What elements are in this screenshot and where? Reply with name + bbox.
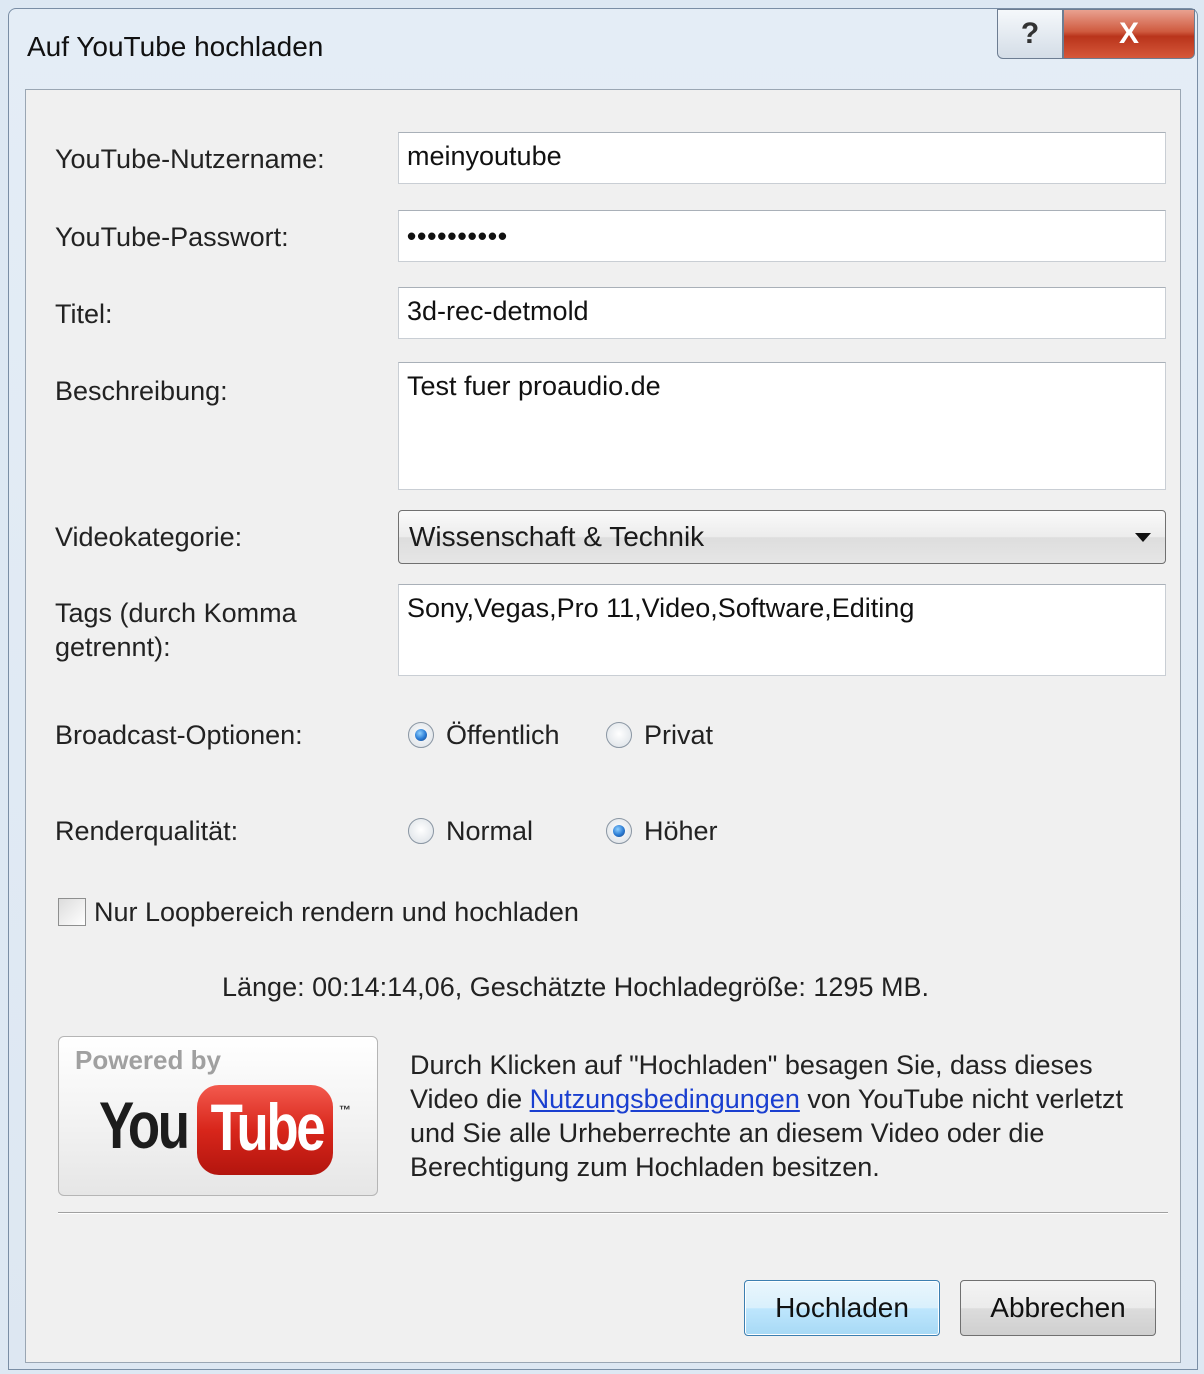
category-select[interactable]: Wissenschaft & Technik	[398, 510, 1166, 564]
cancel-button[interactable]: Abbrechen	[960, 1280, 1156, 1336]
description-label: Beschreibung:	[55, 376, 228, 406]
title-bar: Auf YouTube hochladen ? X	[9, 9, 1197, 89]
radio-normal-label[interactable]: Normal	[446, 814, 533, 848]
tags-value: Sony,Vegas,Pro 11,Video,Software,Editing	[407, 593, 915, 623]
radio-higher[interactable]	[606, 818, 632, 844]
radio-private[interactable]	[606, 722, 632, 748]
youtube-logo-tube: Tube	[210, 1090, 326, 1164]
divider	[58, 1212, 1168, 1214]
title-value: 3d-rec-detmold	[407, 296, 589, 326]
radio-normal[interactable]	[408, 818, 434, 844]
loop-checkbox[interactable]	[58, 898, 86, 926]
radio-public[interactable]	[408, 722, 434, 748]
help-button[interactable]: ?	[997, 9, 1063, 59]
password-value: ••••••••••	[407, 221, 509, 251]
username-input[interactable]: meinyoutube	[398, 132, 1166, 184]
chevron-down-icon	[1135, 533, 1151, 542]
dialog-body: YouTube-Nutzername: meinyoutube YouTube-…	[25, 89, 1181, 1363]
terms-link[interactable]: Nutzungsbedingungen	[530, 1084, 800, 1114]
terms-notice: Durch Klicken auf "Hochladen" besagen Si…	[410, 1048, 1150, 1184]
upload-button[interactable]: Hochladen	[744, 1280, 940, 1336]
category-label: Videokategorie:	[55, 522, 243, 552]
trademark-icon: ™	[339, 1103, 351, 1117]
description-textarea[interactable]: Test fuer proaudio.de	[398, 362, 1166, 490]
username-label: YouTube-Nutzername:	[55, 144, 325, 174]
description-value: Test fuer proaudio.de	[407, 371, 661, 401]
radio-public-label[interactable]: Öffentlich	[446, 718, 560, 752]
title-input[interactable]: 3d-rec-detmold	[398, 287, 1166, 339]
radio-higher-label[interactable]: Höher	[644, 814, 718, 848]
title-label: Titel:	[55, 299, 113, 329]
loop-checkbox-label[interactable]: Nur Loopbereich rendern und hochladen	[94, 895, 579, 929]
youtube-logo-you: You	[99, 1088, 190, 1162]
quality-label: Renderqualität:	[55, 816, 239, 846]
tags-label-line1: Tags (durch Komma	[55, 598, 297, 628]
password-label: YouTube-Passwort:	[55, 222, 289, 252]
youtube-logo: Powered by You Tube ™	[58, 1036, 378, 1196]
password-input[interactable]: ••••••••••	[398, 210, 1166, 262]
dialog-title: Auf YouTube hochladen	[27, 31, 324, 62]
youtube-logo-tube-badge: Tube	[197, 1085, 333, 1175]
radio-private-label[interactable]: Privat	[644, 718, 713, 752]
close-button[interactable]: X	[1063, 9, 1195, 59]
username-value: meinyoutube	[407, 141, 562, 171]
broadcast-label: Broadcast-Optionen:	[55, 720, 303, 750]
close-icon: X	[1118, 17, 1139, 50]
powered-by-text: Powered by	[75, 1045, 221, 1075]
upload-dialog: Auf YouTube hochladen ? X YouTube-Nutzer…	[8, 8, 1198, 1370]
tags-label-line2: getrennt):	[55, 632, 171, 662]
length-info: Länge: 00:14:14,06, Geschätzte Hochladeg…	[222, 972, 929, 1002]
category-value: Wissenschaft & Technik	[409, 521, 705, 552]
help-icon: ?	[1020, 17, 1040, 50]
tags-textarea[interactable]: Sony,Vegas,Pro 11,Video,Software,Editing	[398, 584, 1166, 676]
